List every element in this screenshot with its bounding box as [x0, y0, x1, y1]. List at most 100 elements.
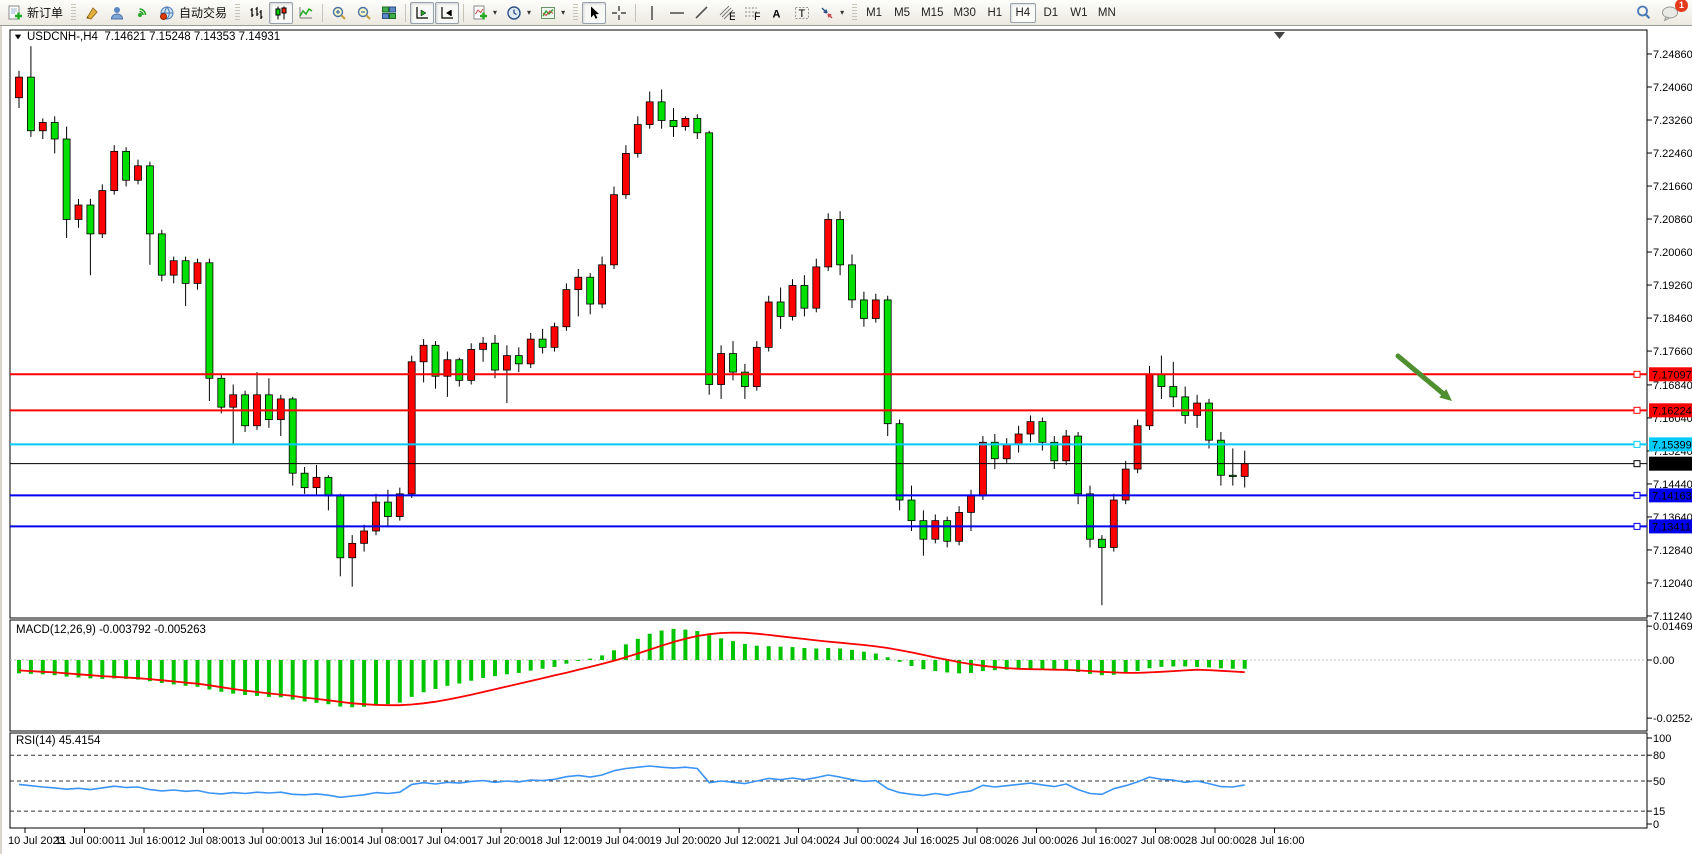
text-label-button[interactable]: T	[790, 2, 814, 24]
price-tick-label: 7.17660	[1653, 346, 1692, 358]
price-tick-label: 7.20060	[1653, 247, 1692, 259]
zoom-in-icon	[331, 5, 347, 21]
search-button[interactable]	[1631, 2, 1656, 24]
candle	[860, 300, 867, 319]
line-handle[interactable]	[1634, 371, 1640, 377]
timeframe-button-m30[interactable]: M30	[949, 3, 979, 23]
signals-button[interactable]	[130, 2, 154, 24]
macd-histogram-bar	[124, 660, 128, 679]
candle	[1194, 403, 1201, 415]
candle	[503, 356, 510, 370]
templates-button[interactable]: ▾	[536, 2, 569, 24]
tile-windows-button[interactable]	[377, 2, 401, 24]
timeframe-button-m5[interactable]: M5	[889, 3, 915, 23]
macd-histogram-bar	[814, 648, 818, 660]
macd-histogram-bar	[434, 660, 438, 689]
time-axis-label: 13 Jul 00:00	[233, 835, 293, 847]
candle	[1003, 444, 1010, 458]
trendline-icon	[694, 5, 710, 21]
timeframe-button-h4[interactable]: H4	[1010, 3, 1036, 23]
line-handle[interactable]	[1634, 441, 1640, 447]
trendline-button[interactable]	[690, 2, 714, 24]
one-click-trading-toggle-icon[interactable]	[15, 35, 21, 40]
new-order-button[interactable]: 新订单	[3, 2, 67, 24]
zoom-in-button[interactable]	[327, 2, 351, 24]
candlestick-chart-button[interactable]	[269, 2, 293, 24]
auto-scroll-button[interactable]	[435, 2, 459, 24]
line-chart-icon	[298, 5, 314, 21]
timeframe-button-mn[interactable]: MN	[1094, 3, 1120, 23]
chart-symbol-timeframe: USDCNH-,H4	[27, 31, 98, 43]
zoom-out-button[interactable]	[352, 2, 376, 24]
cursor-button[interactable]	[582, 2, 606, 24]
candle	[563, 290, 570, 327]
time-axis-label: 28 Jul 16:00	[1245, 835, 1305, 847]
fibonacci-icon: F	[744, 5, 760, 21]
macd-histogram-bar	[410, 660, 414, 697]
fibonacci-button[interactable]: F	[740, 2, 764, 24]
periods-button[interactable]: ▾	[502, 2, 535, 24]
macd-histogram-bar	[386, 660, 390, 704]
community-button[interactable]	[105, 2, 129, 24]
timeframe-button-w1[interactable]: W1	[1066, 3, 1092, 23]
macd-histogram-bar	[826, 648, 830, 660]
notifications-button[interactable]: 1	[1657, 2, 1683, 24]
line-chart-button[interactable]	[294, 2, 318, 24]
arrows-button[interactable]: ▾	[815, 2, 848, 24]
macd-histogram-bar	[1124, 660, 1128, 673]
macd-histogram-bar	[493, 660, 497, 676]
horizontal-line-button[interactable]	[665, 2, 689, 24]
chart-shift-icon	[414, 5, 430, 21]
metaeditor-button[interactable]	[80, 2, 104, 24]
autotrading-button[interactable]: 自动交易	[155, 2, 231, 24]
macd-histogram-bar	[315, 660, 319, 703]
candle	[944, 521, 951, 542]
line-handle[interactable]	[1634, 407, 1640, 413]
chart-shift-button[interactable]	[410, 2, 434, 24]
candle	[968, 496, 975, 513]
svg-text:T: T	[799, 8, 806, 20]
candle	[777, 302, 784, 316]
toolbar-separator	[322, 4, 323, 22]
candle	[730, 354, 737, 373]
zoom-out-icon	[356, 5, 372, 21]
add-indicator-button[interactable]: ▾	[468, 2, 501, 24]
chart-can`vas[interactable]: 7.248607.240607.232607.224607.216607.208…	[2, 26, 1692, 854]
text-button[interactable]: A	[765, 2, 789, 24]
community-icon	[109, 5, 125, 21]
candle	[1015, 434, 1022, 444]
macd-histogram-bar	[993, 660, 997, 670]
bar-chart-button[interactable]	[244, 2, 268, 24]
candle	[99, 191, 106, 234]
candle	[1087, 494, 1094, 539]
candle	[432, 345, 439, 376]
timeframe-button-m15[interactable]: M15	[917, 3, 947, 23]
timeframe-button-h1[interactable]: H1	[982, 3, 1008, 23]
macd-histogram-bar	[969, 660, 973, 673]
candle	[396, 494, 403, 517]
price-tick-label: 7.19260	[1653, 280, 1692, 292]
line-handle[interactable]	[1634, 523, 1640, 529]
vertical-line-button[interactable]	[640, 2, 664, 24]
timeframe-button-m1[interactable]: M1	[861, 3, 887, 23]
macd-histogram-bar	[1159, 660, 1163, 667]
time-axis-label: 24 Jul 00:00	[828, 835, 888, 847]
text-icon: A	[769, 5, 785, 21]
candle	[753, 347, 760, 386]
time-axis-label: 19 Jul 20:00	[650, 835, 710, 847]
crosshair-button[interactable]	[607, 2, 631, 24]
price-tick-label: 7.12840	[1653, 545, 1692, 557]
candle	[884, 300, 891, 424]
timeframe-button-d1[interactable]: D1	[1038, 3, 1064, 23]
equidistant-channel-button[interactable]: E	[715, 2, 739, 24]
candle	[301, 473, 308, 487]
line-handle[interactable]	[1634, 461, 1640, 467]
macd-histogram-bar	[374, 660, 378, 706]
candle	[611, 195, 618, 265]
line-handle[interactable]	[1634, 492, 1640, 498]
candle	[539, 339, 546, 347]
text-label-icon: T	[794, 5, 810, 21]
tile-windows-icon	[381, 5, 397, 21]
candle	[1206, 403, 1213, 440]
candle	[622, 153, 629, 194]
